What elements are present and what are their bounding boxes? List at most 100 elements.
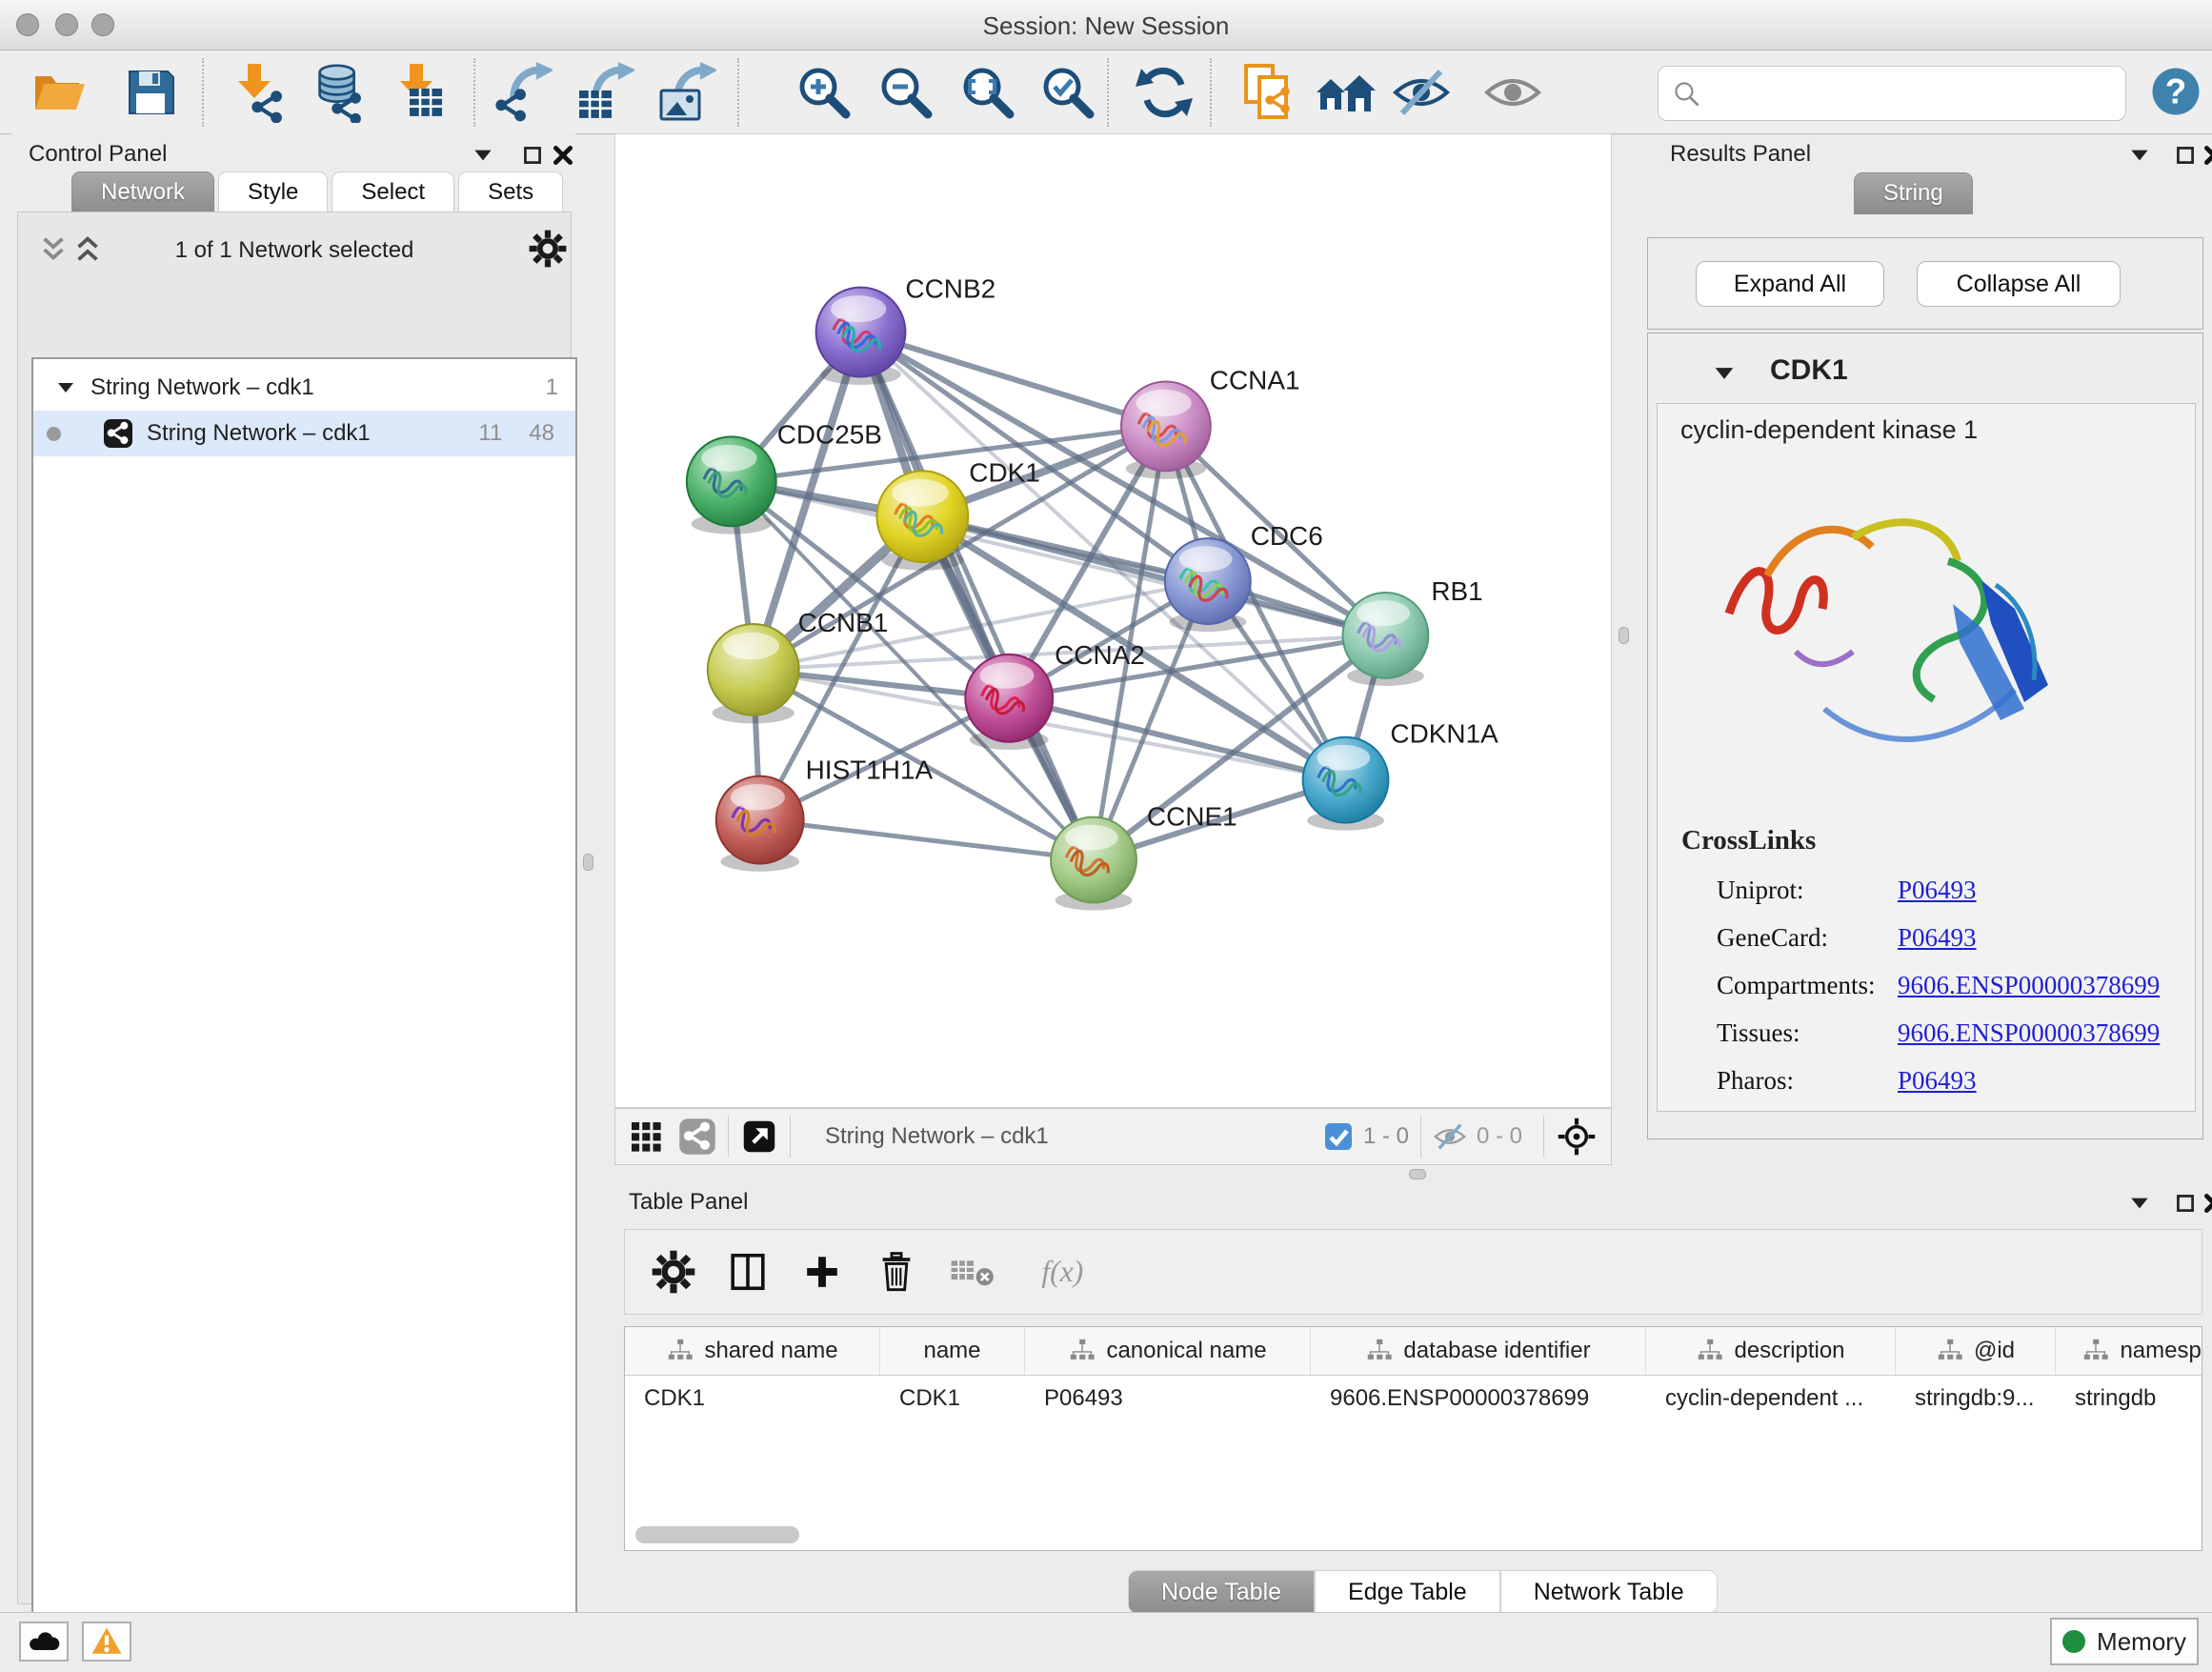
network-view-type-icon[interactable] — [678, 1118, 716, 1156]
network-node-CCNA1[interactable]: CCNA1 — [1121, 365, 1300, 478]
zoom-fit-icon[interactable] — [956, 62, 1017, 123]
show-all-icon[interactable] — [1482, 62, 1543, 123]
help-icon[interactable]: ? — [2149, 65, 2202, 118]
selected-checkbox-icon[interactable] — [1323, 1121, 1354, 1152]
network-view-title: String Network – cdk1 — [825, 1123, 1049, 1150]
protein-expander-icon[interactable] — [1711, 360, 1738, 387]
export-network-icon[interactable] — [492, 62, 553, 123]
copy-style-icon[interactable] — [1237, 62, 1297, 123]
search-icon — [1670, 77, 1702, 110]
hierarchy-column-icon — [1365, 1337, 1394, 1365]
selected-counts: 1 - 0 — [1363, 1123, 1409, 1150]
tab-edge-table[interactable]: Edge Table — [1315, 1570, 1500, 1614]
svg-text:f(x): f(x) — [1041, 1255, 1083, 1288]
hidden-eye-icon[interactable] — [1433, 1119, 1467, 1154]
import-table-file-icon[interactable] — [389, 62, 450, 123]
table-column-header[interactable]: shared name — [625, 1327, 880, 1375]
panel-menu-icon[interactable] — [2127, 143, 2152, 168]
tab-node-table[interactable]: Node Table — [1128, 1570, 1315, 1614]
crosslink-link[interactable]: P06493 — [1898, 876, 1977, 905]
network-node-CDKN1A[interactable]: CDKN1A — [1303, 719, 1499, 831]
warnings-button[interactable] — [82, 1622, 131, 1662]
protein-section: CDK1 cyclin-dependent kinase 1 CrossLink… — [1647, 332, 2203, 1139]
table-options-gear-icon[interactable] — [652, 1250, 695, 1294]
close-panel-icon[interactable] — [2202, 143, 2212, 168]
close-panel-icon[interactable] — [551, 143, 575, 168]
import-network-file-icon[interactable] — [227, 62, 288, 123]
crosslink-link[interactable]: P06493 — [1898, 923, 1977, 953]
panel-menu-icon[interactable] — [2127, 1191, 2152, 1216]
zoom-in-icon[interactable] — [793, 62, 854, 123]
crosslink-row: Compartments:9606.ENSP00000378699 — [1717, 971, 2174, 1000]
search-box[interactable] — [1658, 66, 2126, 121]
export-table-icon[interactable] — [573, 62, 634, 123]
node-label: CDC25B — [777, 419, 882, 449]
table-column-header[interactable]: database identifier — [1311, 1327, 1646, 1375]
crosslink-row: GeneCard:P06493 — [1717, 923, 2174, 953]
detach-view-icon[interactable] — [740, 1118, 778, 1156]
panel-menu-icon[interactable] — [471, 143, 495, 168]
horizontal-scrollbar[interactable] — [635, 1526, 799, 1543]
add-column-icon[interactable] — [800, 1250, 844, 1294]
table-column-header[interactable]: @id — [1896, 1327, 2056, 1375]
delete-column-icon[interactable] — [875, 1250, 918, 1294]
tab-sets[interactable]: Sets — [458, 171, 563, 213]
tab-network[interactable]: Network — [71, 171, 214, 213]
search-input[interactable] — [1702, 79, 2087, 108]
protein-name: CDK1 — [1770, 354, 1848, 387]
network-node-RB1[interactable]: RB1 — [1343, 576, 1483, 686]
memory-button[interactable]: Memory — [2050, 1618, 2199, 1665]
table-column-header[interactable]: description — [1646, 1327, 1896, 1375]
left-splitter-handle[interactable] — [583, 854, 593, 871]
toolbar-separator — [1210, 58, 1212, 127]
network-options-gear-icon[interactable] — [529, 230, 567, 268]
network-node-HIST1H1A[interactable]: HIST1H1A — [716, 755, 934, 872]
table-column-header[interactable]: canonical name — [1025, 1327, 1311, 1375]
results-panel: Results Panel String Expand All Collapse… — [1643, 133, 2212, 1181]
expand-all-networks-icon[interactable] — [71, 233, 104, 266]
table-column-header[interactable]: name — [880, 1327, 1025, 1375]
expand-all-button[interactable]: Expand All — [1696, 261, 1884, 307]
zoom-selected-icon[interactable] — [1036, 62, 1097, 123]
show-columns-icon[interactable] — [726, 1250, 770, 1294]
bottom-splitter-handle[interactable] — [1409, 1169, 1426, 1179]
collapse-all-networks-icon[interactable] — [37, 233, 70, 266]
tab-network-table[interactable]: Network Table — [1500, 1570, 1718, 1614]
crosslink-link[interactable]: P06493 — [1898, 1066, 1977, 1096]
show-grid-icon[interactable] — [627, 1118, 665, 1156]
table-column-header[interactable]: namespace — [2056, 1327, 2202, 1375]
collapse-all-button[interactable]: Collapse All — [1917, 261, 2121, 307]
node-label: CCNB2 — [905, 274, 995, 304]
birds-eye-view-icon[interactable] — [1556, 1116, 1598, 1158]
cloud-button[interactable] — [19, 1622, 69, 1662]
network-row-selected[interactable]: String Network – cdk1 11 48 — [33, 411, 575, 456]
node-table[interactable]: shared name name canonical name database id… — [624, 1326, 2202, 1551]
float-panel-icon[interactable] — [520, 143, 545, 168]
tab-select[interactable]: Select — [332, 171, 454, 213]
collection-expander-icon[interactable] — [54, 376, 77, 399]
crosslink-link[interactable]: 9606.ENSP00000378699 — [1898, 1018, 2160, 1048]
open-session-icon[interactable] — [29, 62, 90, 123]
refresh-icon[interactable] — [1134, 62, 1195, 123]
column-header-name: name — [923, 1338, 980, 1364]
network-canvas[interactable]: CCNB2 CCNA1 CDC25B CDK1 CDC6 R — [614, 133, 1612, 1108]
float-panel-icon[interactable] — [2173, 143, 2198, 168]
column-header-canonical-name: canonical name — [1106, 1338, 1266, 1364]
tab-string[interactable]: String — [1854, 172, 1973, 214]
first-neighbors-icon[interactable] — [1315, 62, 1376, 123]
table-panel: Table Panel f(x) shared namenamecanonica… — [614, 1181, 2212, 1612]
network-collection-row[interactable]: String Network – cdk1 1 — [33, 365, 575, 411]
hide-selected-icon[interactable] — [1391, 62, 1452, 123]
crosslink-link[interactable]: 9606.ENSP00000378699 — [1898, 971, 2160, 1000]
float-panel-icon[interactable] — [2173, 1191, 2198, 1216]
export-image-icon[interactable] — [655, 62, 716, 123]
table-row[interactable]: CDK1CDK1P064939606.ENSP00000378699cyclin… — [625, 1376, 2202, 1421]
save-session-icon[interactable] — [120, 62, 181, 123]
node-label: CDKN1A — [1390, 719, 1498, 749]
zoom-out-icon[interactable] — [875, 62, 935, 123]
close-panel-icon[interactable] — [2202, 1191, 2212, 1216]
hierarchy-column-icon — [1936, 1337, 1964, 1365]
right-splitter-handle[interactable] — [1619, 627, 1629, 644]
import-network-database-icon[interactable] — [307, 62, 368, 123]
tab-style[interactable]: Style — [218, 171, 328, 213]
